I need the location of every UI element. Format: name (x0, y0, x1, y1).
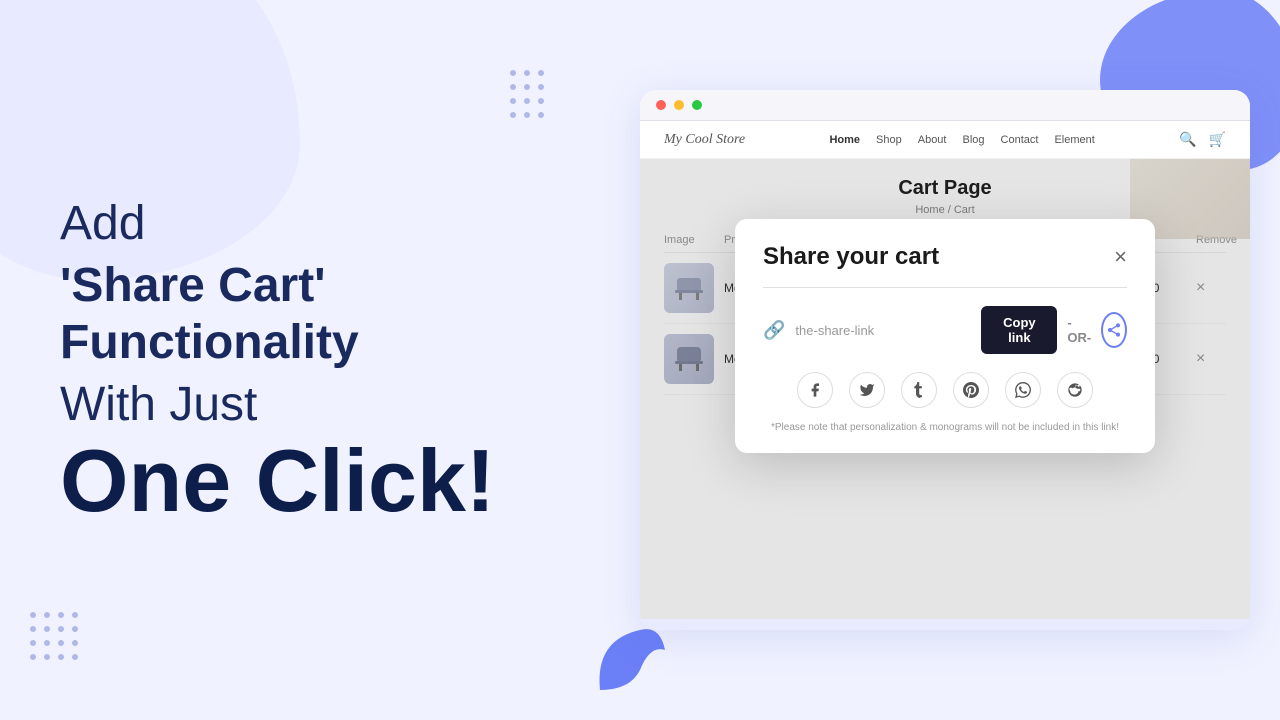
modal-divider (763, 287, 1127, 288)
dot (524, 112, 530, 118)
store-nav-links: Home Shop About Blog Contact Element (829, 134, 1094, 146)
share-link-input[interactable] (795, 323, 971, 338)
dot (524, 84, 530, 90)
one-click-text: One Click! (60, 437, 620, 525)
modal-overlay: Share your cart × 🔗 Copy link -OR- (640, 159, 1250, 619)
dot (30, 640, 36, 646)
browser-mockup: My Cool Store Home Shop About Blog Conta… (640, 90, 1250, 630)
link-row: 🔗 Copy link -OR- (763, 306, 1127, 354)
modal-title: Share your cart (763, 243, 939, 271)
dot (524, 70, 530, 76)
blue-curve-decoration (590, 620, 670, 700)
dot (510, 84, 516, 90)
dot-grid-top (510, 70, 544, 118)
nav-element[interactable]: Element (1054, 134, 1094, 146)
tumblr-share-button[interactable] (901, 372, 937, 408)
whatsapp-share-button[interactable] (1005, 372, 1041, 408)
store-navbar: My Cool Store Home Shop About Blog Conta… (640, 121, 1250, 159)
dot (538, 84, 544, 90)
dot (58, 640, 64, 646)
cart-page: Cart Page Home / Cart Image Product Pric… (640, 159, 1250, 619)
dot (510, 112, 516, 118)
dot (44, 654, 50, 660)
browser-maximize-dot (692, 100, 702, 110)
dot (58, 626, 64, 632)
nav-contact[interactable]: Contact (1001, 134, 1039, 146)
link-icon: 🔗 (763, 320, 785, 341)
with-just-text: With Just (60, 376, 620, 434)
or-label: -OR- (1067, 315, 1091, 345)
dot (30, 612, 36, 618)
dot (538, 70, 544, 76)
dot (44, 612, 50, 618)
dot (58, 654, 64, 660)
nav-shop[interactable]: Shop (876, 134, 902, 146)
nav-blog[interactable]: Blog (962, 134, 984, 146)
add-text: Add (60, 195, 620, 253)
dot (44, 640, 50, 646)
dot (538, 112, 544, 118)
dot (72, 640, 78, 646)
share-icon-button[interactable] (1101, 312, 1127, 348)
nav-about[interactable]: About (918, 134, 947, 146)
social-icons-row (763, 372, 1127, 408)
store-logo: My Cool Store (664, 132, 745, 148)
dot (30, 626, 36, 632)
modal-header: Share your cart × (763, 243, 1127, 271)
browser-chrome (640, 90, 1250, 121)
left-panel: Add 'Share Cart' Functionality With Just… (60, 195, 620, 525)
copy-link-button[interactable]: Copy link (981, 306, 1057, 354)
share-cart-functionality-text: 'Share Cart' Functionality (60, 256, 620, 371)
reddit-share-button[interactable] (1057, 372, 1093, 408)
dot (524, 98, 530, 104)
facebook-share-button[interactable] (797, 372, 833, 408)
dot (58, 612, 64, 618)
store-nav-icons: 🔍 🛒 (1179, 131, 1226, 148)
dot (72, 626, 78, 632)
dot (510, 70, 516, 76)
dot (538, 98, 544, 104)
browser-close-dot (656, 100, 666, 110)
search-icon[interactable]: 🔍 (1179, 131, 1196, 148)
dot (30, 654, 36, 660)
nav-home[interactable]: Home (829, 134, 860, 146)
dot-grid-bottom (30, 612, 78, 660)
pinterest-share-button[interactable] (953, 372, 989, 408)
cart-icon[interactable]: 🛒 (1209, 131, 1226, 148)
dot (72, 654, 78, 660)
modal-note: *Please note that personalization & mono… (763, 422, 1127, 433)
dot (510, 98, 516, 104)
dot (44, 626, 50, 632)
twitter-share-button[interactable] (849, 372, 885, 408)
browser-minimize-dot (674, 100, 684, 110)
dot (72, 612, 78, 618)
modal-close-button[interactable]: × (1114, 246, 1127, 268)
share-modal: Share your cart × 🔗 Copy link -OR- (735, 219, 1155, 453)
